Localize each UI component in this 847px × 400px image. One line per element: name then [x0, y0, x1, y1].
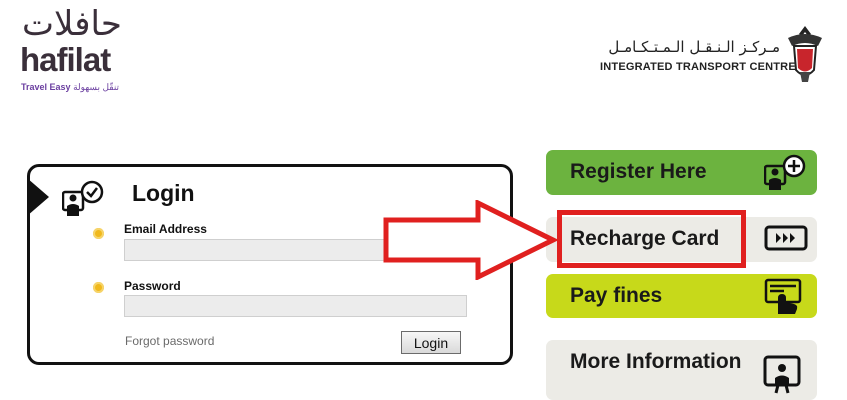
hafilat-tagline: Travel Easy تنقّل بسهولة: [21, 82, 119, 93]
login-panel-pointer: [27, 178, 49, 216]
tagline-en: Travel Easy: [21, 82, 71, 92]
more-information-label: More Information: [570, 350, 742, 373]
email-required-bullet-icon: [93, 228, 104, 239]
password-field[interactable]: [124, 295, 467, 317]
register-label: Register Here: [570, 160, 707, 183]
forgot-password-link[interactable]: Forgot password: [125, 334, 214, 348]
hafilat-logo-arabic: حافلات: [22, 4, 123, 44]
password-required-bullet-icon: [93, 282, 104, 293]
card-tap-icon: [764, 225, 808, 251]
annotation-arrow-icon: [383, 200, 558, 280]
more-information-button[interactable]: More Information: [546, 340, 817, 400]
falcon-emblem-icon: [788, 26, 822, 82]
pay-fines-button[interactable]: Pay fines: [546, 274, 817, 318]
login-button[interactable]: Login: [401, 331, 461, 354]
pay-fines-label: Pay fines: [570, 284, 663, 307]
info-board-icon: [763, 355, 801, 394]
login-title: Login: [132, 180, 195, 206]
itc-name-arabic: مـركـز الـنـقـل الـمـتـكـامـل: [608, 38, 780, 56]
user-check-icon: [62, 180, 104, 216]
password-label: Password: [124, 279, 181, 293]
recharge-highlight-box: [557, 210, 746, 268]
tagline-ar: تنقّل بسهولة: [73, 82, 120, 92]
hafilat-logo-text: hafilat: [20, 41, 111, 78]
hafilat-logo: حافلات hafilat Travel Easy تنقّل بسهولة: [20, 4, 140, 96]
email-label: Email Address: [124, 222, 207, 236]
register-button[interactable]: Register Here: [546, 150, 817, 195]
itc-name-english: INTEGRATED TRANSPORT CENTRE: [600, 61, 796, 73]
user-add-icon: [764, 154, 806, 190]
payment-hand-icon: [764, 278, 802, 314]
